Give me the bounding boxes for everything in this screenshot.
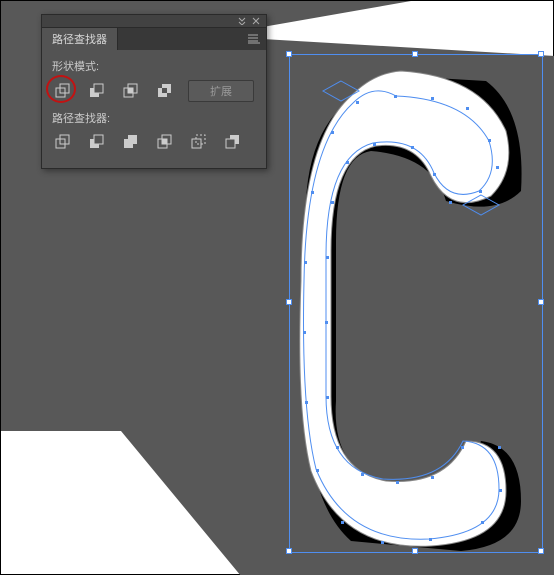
tab-pathfinder[interactable]: 路径查找器 bbox=[42, 28, 118, 50]
panel-titlebar[interactable] bbox=[42, 15, 266, 28]
collapse-icon[interactable] bbox=[238, 17, 246, 25]
unite-icon[interactable] bbox=[52, 81, 74, 101]
exclude-icon[interactable] bbox=[154, 81, 176, 101]
selection-bounds bbox=[289, 54, 543, 553]
outline-icon[interactable] bbox=[188, 132, 210, 152]
expand-button[interactable]: 扩展 bbox=[188, 80, 254, 102]
panel-title: 路径查找器 bbox=[52, 31, 107, 47]
minus-back-icon[interactable] bbox=[222, 132, 244, 152]
merge-icon[interactable] bbox=[120, 132, 142, 152]
minus-front-icon[interactable] bbox=[86, 81, 108, 101]
pathfinder-panel: 路径查找器 形状模式: 扩展 bbox=[41, 14, 267, 169]
panel-menu-icon[interactable] bbox=[248, 34, 260, 44]
intersect-icon[interactable] bbox=[120, 81, 142, 101]
shape-modes-label: 形状模式: bbox=[52, 58, 258, 74]
pathfinders-label: 路径查找器: bbox=[52, 110, 258, 126]
close-icon[interactable] bbox=[252, 17, 260, 25]
divide-icon[interactable] bbox=[52, 132, 74, 152]
crop-icon[interactable] bbox=[154, 132, 176, 152]
trim-icon[interactable] bbox=[86, 132, 108, 152]
